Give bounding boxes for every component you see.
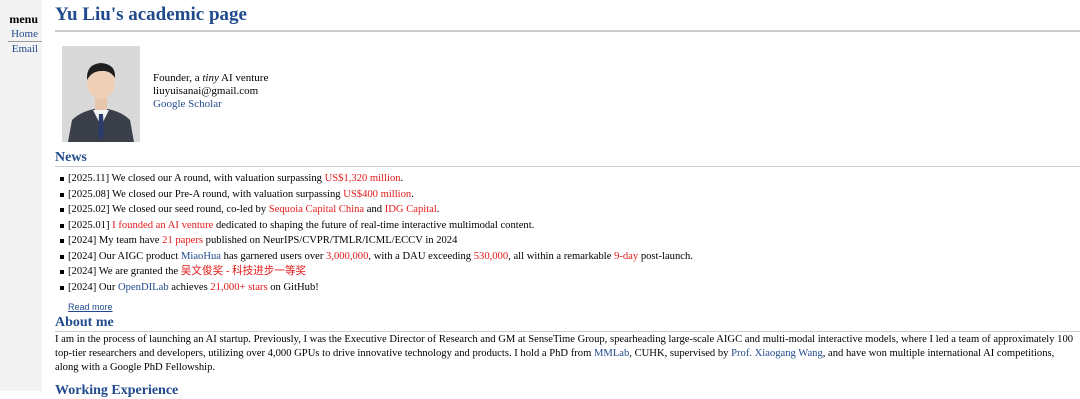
role-suffix: AI venture [218,72,269,84]
news-heading: News [55,150,1080,167]
news-item: [2024] Our OpenDILab achieves 21,000+ st… [60,280,1080,296]
highlight-text[interactable]: 3,000,000 [326,251,368,262]
about-paragraph: I am in the process of launching an AI s… [55,333,1080,375]
highlight-text[interactable]: Sequoia Capital China [269,204,364,215]
text-segment: , with a DAU exceeding [368,250,474,262]
role-prefix: Founder, a [153,72,203,84]
about-heading: About me [55,315,1080,332]
profile-photo [62,46,140,142]
profile-role: Founder, a tiny AI venture [153,72,268,85]
inline-link[interactable]: Prof. Xiaogang Wang [731,348,823,359]
role-emphasis: tiny [202,72,219,84]
main-content: Yu Liu's academic page Founder, a tiny A… [55,0,1080,399]
side-menu: menu Home Email [0,0,42,391]
news-item: [2025.11] We closed our A round, with va… [60,171,1080,187]
profile-bio: Founder, a tiny AI venture liuyuisanai@g… [153,72,268,111]
text-segment: dedicated to shaping the future of real-… [213,219,535,231]
highlight-text[interactable]: 9-day [614,251,638,262]
news-item: [2025.02] We closed our seed round, co-l… [60,202,1080,218]
profile-block: Founder, a tiny AI venture liuyuisanai@g… [55,46,1080,150]
text-segment: [2025.11] We closed our A round, with va… [68,173,325,184]
highlight-text[interactable]: 21,000+ stars [210,282,267,293]
text-segment: has garnered users over [221,250,327,262]
news-item: [2024] Our AIGC product MiaoHua has garn… [60,249,1080,265]
inline-link[interactable]: MiaoHua [181,251,221,262]
text-segment: achieves [168,281,211,293]
highlight-text[interactable]: US$400 million [343,189,411,200]
highlight-text[interactable]: 530,000 [474,251,508,262]
menu-title: menu [9,12,38,26]
text-segment: [2024] Our [68,281,119,293]
text-segment: and [364,204,385,215]
inline-link[interactable]: OpenDILab [118,282,169,293]
google-scholar-link[interactable]: Google Scholar [153,98,222,110]
portrait-illustration [62,46,140,142]
text-segment: post-launch. [638,250,693,262]
menu-item-email[interactable]: Email [0,42,42,56]
news-list: [2025.11] We closed our A round, with va… [55,171,1080,295]
text-segment: . [436,204,440,215]
text-segment: on GitHub! [267,281,319,293]
text-segment: [2025.01] [68,219,113,231]
highlight-text[interactable]: I founded an AI venture [112,220,213,231]
inline-link[interactable]: MMLab [594,348,629,359]
highlight-text[interactable]: IDG Capital [385,204,437,215]
text-segment: [2024] Our AIGC product [68,250,181,262]
news-item: [2024] We are granted the 吴文俊奖 - 科技进步一等奖 [60,264,1080,280]
text-segment: [2025.02] We closed our seed round, co-l… [68,204,269,215]
working-experience-heading: Working Experience [55,383,179,398]
highlight-text[interactable]: US$1,320 million [325,173,401,184]
text-segment: [2025.08] We closed our Pre-A round, wit… [68,188,344,200]
text-segment: , CUHK, supervised by [629,348,732,359]
news-item: [2025.08] We closed our Pre-A round, wit… [60,187,1080,203]
text-segment: . [411,188,414,200]
read-more-link[interactable]: Read more [68,301,113,313]
text-segment: . [400,173,404,184]
highlight-text[interactable]: 吴文俊奖 - 科技进步一等奖 [181,266,306,277]
text-segment: , all within a remarkable [508,250,615,262]
menu-item-home[interactable]: Home [8,27,42,42]
text-segment: [2024] We are granted the [68,266,181,277]
highlight-text[interactable]: 21 papers [162,235,203,246]
news-item: [2024] My team have 21 papers published … [60,233,1080,249]
text-segment: published on NeurIPS/CVPR/TMLR/ICML/ECCV… [203,235,458,246]
text-segment: [2024] My team have [68,235,163,246]
profile-email: liuyuisanai@gmail.com [153,85,259,97]
page-title: Yu Liu's academic page [55,0,1080,32]
news-item: [2025.01] I founded an AI venture dedica… [60,218,1080,234]
